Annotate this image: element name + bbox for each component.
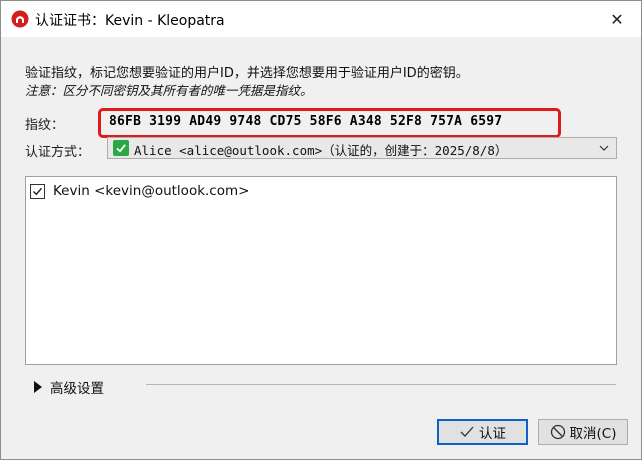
certify-with-label: 认证方式：: [25, 145, 91, 160]
fingerprint-highlight: 86FB 3199 AD49 9748 CD75 58F6 A348 52F8 …: [98, 108, 561, 138]
close-icon: ✕: [610, 9, 624, 29]
fingerprint-value: 86FB 3199 AD49 9748 CD75 58F6 A348 52F8 …: [109, 114, 503, 129]
triangle-right-icon: [34, 381, 42, 393]
cancel-button-label: 取消(C): [569, 426, 617, 442]
advanced-divider: [146, 384, 616, 385]
certify-button-label: 认证: [479, 426, 506, 442]
chevron-down-icon: [598, 142, 610, 154]
note-text: 注意：区分不同密钥及其所有者的唯一凭据是指纹。: [25, 83, 313, 98]
prohibited-icon: [550, 424, 566, 440]
checkmark-icon: [459, 425, 475, 439]
certify-button[interactable]: 认证: [437, 419, 528, 445]
kleopatra-icon: [11, 10, 29, 28]
user-id-list[interactable]: Kevin <kevin@outlook.com>: [25, 176, 617, 365]
window-title: 认证证书：Kevin - Kleopatra: [35, 13, 225, 29]
certify-dialog: 认证证书：Kevin - Kleopatra ✕ 验证指纹，标记您想要验证的用户…: [0, 0, 642, 460]
close-button[interactable]: ✕: [597, 5, 637, 33]
cancel-button[interactable]: 取消(C): [538, 419, 628, 445]
advanced-settings-toggle[interactable]: 高级设置: [34, 377, 104, 397]
check-icon: [113, 140, 129, 156]
fingerprint-label: 指纹：: [25, 118, 65, 133]
user-id-item[interactable]: Kevin <kevin@outlook.com>: [30, 181, 249, 201]
user-id-label: Kevin <kevin@outlook.com>: [53, 183, 250, 199]
certify-with-select[interactable]: Alice <alice@outlook.com>（认证的，创建于：2025/8…: [107, 137, 617, 159]
user-id-checkbox[interactable]: [30, 183, 45, 199]
advanced-settings-label: 高级设置: [50, 381, 104, 397]
title-bar: 认证证书：Kevin - Kleopatra ✕: [1, 1, 641, 37]
certify-with-value: Alice <alice@outlook.com>（认证的，创建于：2025/8…: [134, 143, 508, 158]
instructions-text: 验证指纹，标记您想要验证的用户ID，并选择您想要用于验证用户ID的密钥。: [25, 66, 469, 81]
